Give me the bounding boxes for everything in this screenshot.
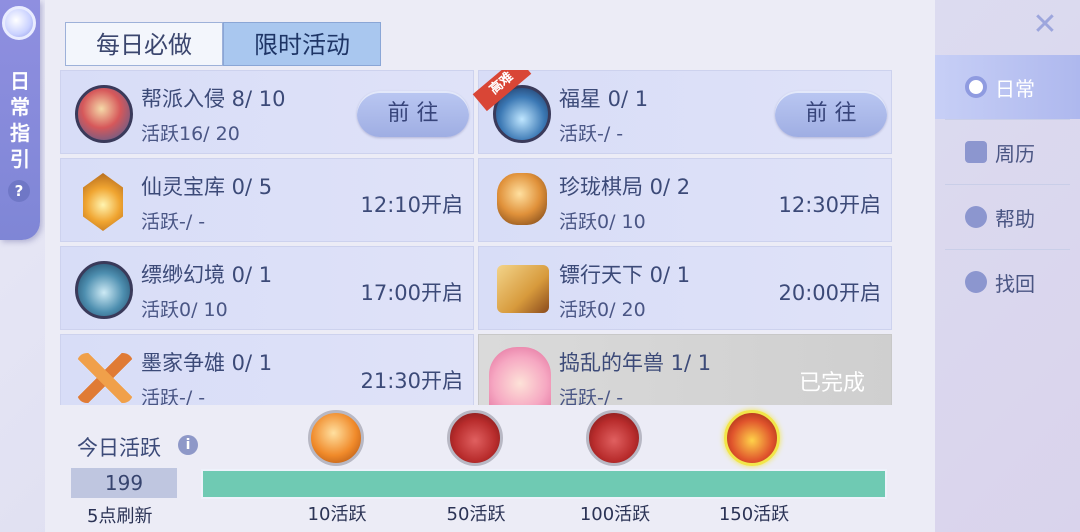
activity-points: 活跃-/ -	[559, 123, 624, 145]
tab-limited-time[interactable]: 限时活动	[223, 22, 381, 66]
side-item-label: 找回	[995, 271, 1035, 296]
activity-grid: 帮派入侵 8/ 10 活跃16/ 20 前 往 高难 福星 0/ 1 活跃-/ …	[60, 70, 898, 405]
milestone-label: 50活跃	[446, 504, 506, 525]
activity-progress-fill	[203, 471, 885, 497]
side-item-label: 日常	[995, 76, 1035, 101]
today-activity-label: 今日活跃	[77, 436, 161, 460]
activity-card: 缥缈幻境 0/ 1 活跃0/ 10 17:00开启	[60, 246, 474, 330]
activity-card: 珍珑棋局 0/ 2 活跃0/ 10 12:30开启	[478, 158, 892, 242]
open-time: 21:30开启	[360, 369, 463, 393]
side-item-help[interactable]: 帮助	[935, 185, 1080, 249]
crossed-swords-icon	[77, 353, 133, 403]
side-item-daily[interactable]: 日常	[935, 55, 1080, 119]
info-icon[interactable]: i	[178, 435, 198, 455]
milestone-label: 10活跃	[307, 504, 367, 525]
gift-box-icon[interactable]	[724, 410, 780, 466]
orb-reward-icon[interactable]	[308, 410, 364, 466]
activity-card: 捣乱的年兽 1/ 1 活跃-/ - 已完成	[478, 334, 892, 405]
red-pouch-icon[interactable]	[447, 410, 503, 466]
side-nav: 日常 周历 帮助 找回	[935, 55, 1080, 314]
activity-card: 高难 福星 0/ 1 活跃-/ - 前 往	[472, 70, 892, 154]
side-item-weekly[interactable]: 周历	[935, 120, 1080, 184]
open-time: 17:00开启	[360, 281, 463, 305]
illusion-realm-icon	[75, 261, 133, 319]
milestone-label: 150活跃	[718, 504, 790, 525]
help-hand-icon	[965, 206, 987, 228]
fairy-treasury-icon	[83, 173, 123, 231]
activity-panel: 每日必做 限时活动 帮派入侵 8/ 10 活跃16/ 20 前 往 高难 福星 …	[45, 0, 935, 532]
activity-points: 活跃-/ -	[559, 387, 624, 405]
activity-progress-bar	[201, 469, 887, 499]
gang-invasion-icon	[75, 85, 133, 143]
activity-name: 捣乱的年兽 1/ 1	[559, 351, 712, 375]
activity-card: 墨家争雄 0/ 1 活跃-/ - 21:30开启	[60, 334, 474, 405]
calendar-icon	[965, 141, 987, 163]
activity-name: 镖行天下 0/ 1	[559, 263, 691, 287]
escort-scroll-icon	[497, 265, 549, 313]
go-button[interactable]: 前 往	[775, 91, 887, 137]
nian-beast-icon	[489, 347, 551, 405]
completed-status: 已完成	[798, 371, 865, 396]
side-item-label: 帮助	[995, 206, 1035, 231]
side-item-retrieve[interactable]: 找回	[935, 250, 1080, 314]
activity-score: 199	[71, 468, 177, 498]
activity-name: 缥缈幻境 0/ 1	[141, 263, 273, 287]
retrieve-icon	[965, 271, 987, 293]
daily-guide-label: 日常指引	[10, 69, 30, 171]
daily-guide-tab[interactable]: 日常指引 ?	[0, 0, 40, 240]
orb-icon	[2, 6, 36, 40]
milestone-label: 100活跃	[579, 504, 651, 525]
open-time: 12:30开启	[778, 193, 881, 217]
activity-points: 活跃0/ 20	[559, 299, 646, 321]
activity-points: 活跃0/ 10	[141, 299, 228, 321]
activity-points: 活跃-/ -	[141, 387, 206, 405]
activity-name: 仙灵宝库 0/ 5	[141, 175, 273, 199]
activity-name: 福星 0/ 1	[559, 87, 649, 111]
activity-points: 活跃0/ 10	[559, 211, 646, 233]
activity-card: 帮派入侵 8/ 10 活跃16/ 20 前 往	[60, 70, 474, 154]
open-time: 20:00开启	[778, 281, 881, 305]
activity-points: 活跃16/ 20	[141, 123, 240, 145]
red-pouch-icon[interactable]	[586, 410, 642, 466]
tab-bar: 每日必做 限时活动	[65, 22, 381, 66]
activity-name: 墨家争雄 0/ 1	[141, 351, 273, 375]
go-button[interactable]: 前 往	[357, 91, 469, 137]
daily-icon	[965, 76, 987, 98]
activity-card: 仙灵宝库 0/ 5 活跃-/ - 12:10开启	[60, 158, 474, 242]
open-time: 12:10开启	[360, 193, 463, 217]
help-icon[interactable]: ?	[8, 180, 30, 202]
refresh-note: 5点刷新	[87, 506, 153, 527]
tab-daily[interactable]: 每日必做	[65, 22, 223, 66]
activity-points: 活跃-/ -	[141, 211, 206, 233]
activity-name: 珍珑棋局 0/ 2	[559, 175, 691, 199]
chess-game-icon	[497, 173, 547, 225]
activity-name: 帮派入侵 8/ 10	[141, 87, 286, 111]
activity-card: 镖行天下 0/ 1 活跃0/ 20 20:00开启	[478, 246, 892, 330]
side-item-label: 周历	[995, 141, 1035, 166]
close-icon[interactable]: ✕	[1030, 10, 1060, 40]
